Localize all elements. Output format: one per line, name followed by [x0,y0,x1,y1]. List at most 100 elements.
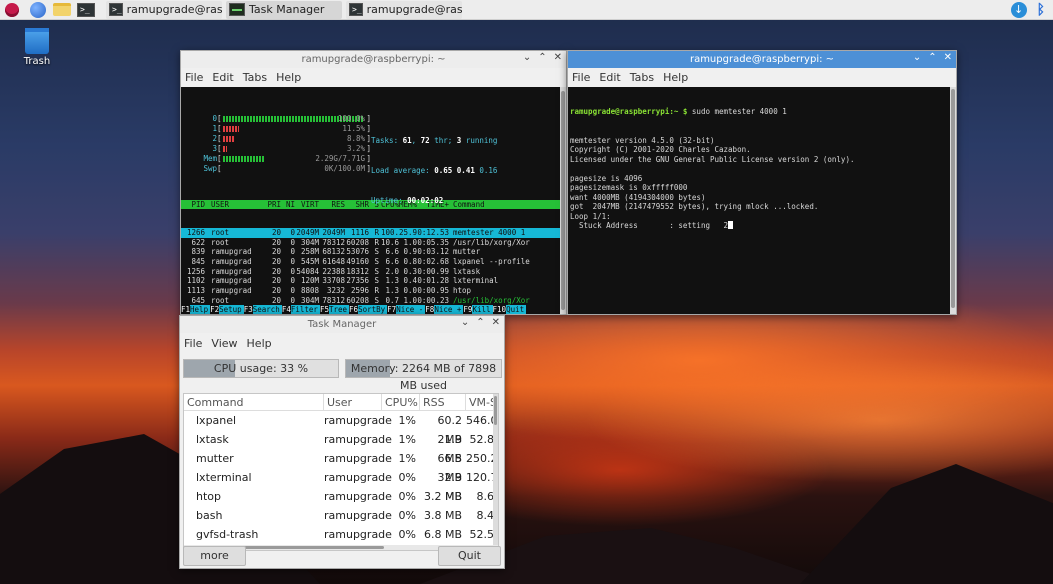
window-titlebar[interactable]: ramupgrade@raspberrypi: ~ ⌄ ⌃ ✕ [568,51,956,68]
desktop-trash[interactable]: Trash [18,28,56,67]
htop-process-row[interactable]: 622 root 20 0 304M 78312 60208 R 10.6 1.0 0:05.35 /… [181,238,560,248]
htop-process-row[interactable]: 1102 ramupgrad 20 0 120M 33708 27356 S 1.3 0.4 0:0… [181,276,560,286]
htop-cell-mem: 0.9 [403,247,417,257]
cell-user: ramupgrade [324,509,392,522]
htop-fkey[interactable]: F9 Kill [463,305,493,314]
window-titlebar[interactable]: ramupgrade@raspberrypi: ~ ⌄ ⌃ ✕ [181,51,566,68]
menu-launcher[interactable] [2,1,22,19]
htop-header-pri[interactable]: PRI [265,200,281,209]
process-row[interactable]: mutter ramupgrade 1% 66.5 MB 250.2 [184,449,498,484]
process-row[interactable]: bash ramupgrade 0% 3.8 MB 8.4 [184,506,498,525]
htop-process-row[interactable]: 1113 ramupgrad 20 0 8808 3232 2596 R 1.3 0.0 0:00.… [181,286,560,296]
download-icon[interactable]: ↓ [1010,1,1027,18]
htop-header-virt[interactable]: VIRT [295,200,319,209]
file-manager-launcher[interactable] [52,1,72,19]
menu-view[interactable]: View [211,337,237,350]
cell-rss: 6.8 MB [423,528,462,541]
maximize-icon[interactable]: ⌃ [538,52,546,63]
menu-tabs[interactable]: Tabs [630,71,654,84]
htop-fkey[interactable]: F1 Help [181,305,211,314]
htop-meter: 2 8.8% [189,134,371,144]
meter-label: 0 [212,114,217,123]
vertical-scrollbar[interactable] [560,87,566,314]
menu-help[interactable]: Help [663,71,688,84]
htop-cell-cmd: mutter [453,247,481,257]
cell-vm-size: 52.8 [469,433,495,446]
htop-cell-cpu: 1.3 [385,276,399,286]
trash-icon [25,28,49,54]
menu-file[interactable]: File [572,71,590,84]
taskbar-task-manager[interactable]: Task Manager [226,0,342,19]
menu-help[interactable]: Help [247,337,272,350]
minimize-icon[interactable]: ⌄ [913,52,921,63]
menu-help[interactable]: Help [276,71,301,84]
htop-fkey[interactable]: F7 Nice - [387,305,426,314]
htop-fkey[interactable]: F4 Filter [282,305,320,314]
htop-header-user[interactable]: USER [205,200,265,209]
process-row[interactable]: htop ramupgrade 0% 3.2 MB 8.6 [184,487,498,506]
process-row[interactable]: lxterminal ramupgrade 0% 32.9 MB 120.7 [184,468,498,503]
close-icon[interactable]: ✕ [554,52,562,63]
htop-fkey[interactable]: F3 Search [244,305,282,314]
minimize-icon[interactable]: ⌄ [461,317,469,328]
maximize-icon[interactable]: ⌃ [476,317,484,328]
maximize-icon[interactable]: ⌃ [928,52,936,63]
htop-cell-time: 0:05.35 [417,237,449,247]
globe-icon [30,1,46,18]
terminal-output: memtester version 4.5.0 (32-bit) Copyrigh… [570,136,948,231]
column-cpu[interactable]: CPU% ▾ [382,394,420,410]
htop-cell-user: root [211,228,230,237]
htop-fkey[interactable]: F5 Tree [320,305,350,314]
htop-cell-user: ramupgrad [211,257,252,267]
column-user[interactable]: User [324,394,382,410]
htop-cell-shr: 60208 [346,237,369,247]
quit-button[interactable]: Quit [438,546,501,566]
terminal-icon: >_ [77,2,95,17]
htop-header-shr[interactable]: SHR [345,200,369,209]
htop-process-row[interactable]: 1266 root 20 0 2049M 2049M 1116 R 100. 25.9 0:12.5… [181,228,560,238]
window-titlebar[interactable]: Task Manager ⌄ ⌃ ✕ [180,316,504,333]
terminal-launcher[interactable]: >_ [76,1,96,19]
htop-fkey[interactable]: F2 Setup [210,305,244,314]
taskbar-terminal-2[interactable]: >_ ramupgrade@raspbe... [346,0,462,19]
cell-vm-size: 120.7 [466,471,494,484]
close-icon[interactable]: ✕ [492,317,500,328]
vertical-scrollbar[interactable] [493,394,498,545]
htop-terminal[interactable]: 0 100.0%1 11.5%2 8.8%3 3.2%Mem 2.29G/7.7… [181,87,560,314]
menu-file[interactable]: File [185,71,203,84]
htop-fkey[interactable]: F6 SortBy [349,305,388,314]
htop-cell-pid: 1113 [186,286,205,296]
htop-header-pid[interactable]: PID [181,200,205,209]
htop-process-row[interactable]: 1256 ramupgrad 20 0 54084 22388 18312 S 2.0 0.3 0:… [181,267,560,277]
htop-fkey[interactable]: F8 Nice + [425,305,464,314]
htop-header-res[interactable]: RES [319,200,345,209]
vertical-scrollbar[interactable] [950,87,956,314]
menubar: File View Help [180,333,504,353]
htop-process-row[interactable]: 839 ramupgrad 20 0 258M 68132 53076 S 6.6 0.9 0:03… [181,247,560,257]
column-rss[interactable]: RSS [420,394,466,410]
minimize-icon[interactable]: ⌄ [523,52,531,63]
menu-edit[interactable]: Edit [599,71,620,84]
process-row[interactable]: gvfsd-trash ramupgrade 0% 6.8 MB 52.5 [184,525,498,544]
cell-rss: 3.8 MB [423,509,462,522]
menu-tabs[interactable]: Tabs [243,71,267,84]
browser-launcher[interactable] [28,1,48,19]
fkey-label: Setup [219,305,244,314]
bluetooth-icon[interactable]: ᛒ [1037,2,1045,18]
htop-process-row[interactable]: 845 ramupgrad 20 0 545M 61648 49160 S 6.6 0.8 0:02… [181,257,560,267]
column-vm-size[interactable]: VM-Si [466,394,494,410]
close-icon[interactable]: ✕ [944,52,952,63]
menu-file[interactable]: File [184,337,202,350]
htop-cell-res: 33708 [322,276,345,286]
taskbar-terminal-1[interactable]: >_ ramupgrade@raspbe... [106,0,222,19]
memtester-terminal[interactable]: ramupgrade@raspberrypi:~ $ sudo memteste… [568,87,950,314]
htop-fkey[interactable]: F10 Quit [493,305,527,314]
column-command[interactable]: Command [184,394,324,410]
menu-edit[interactable]: Edit [212,71,233,84]
htop-cell-s: S [374,257,379,267]
htop-cell-user: ramupgrad [211,286,252,296]
htop-header-ni[interactable]: NI [281,200,295,209]
more-details-button[interactable]: more details [183,546,246,568]
process-row[interactable]: lxpanel ramupgrade 1% 60.2 MB 546.0 [184,411,498,446]
process-row[interactable]: lxtask ramupgrade 1% 21.9 MB 52.8 [184,430,498,465]
